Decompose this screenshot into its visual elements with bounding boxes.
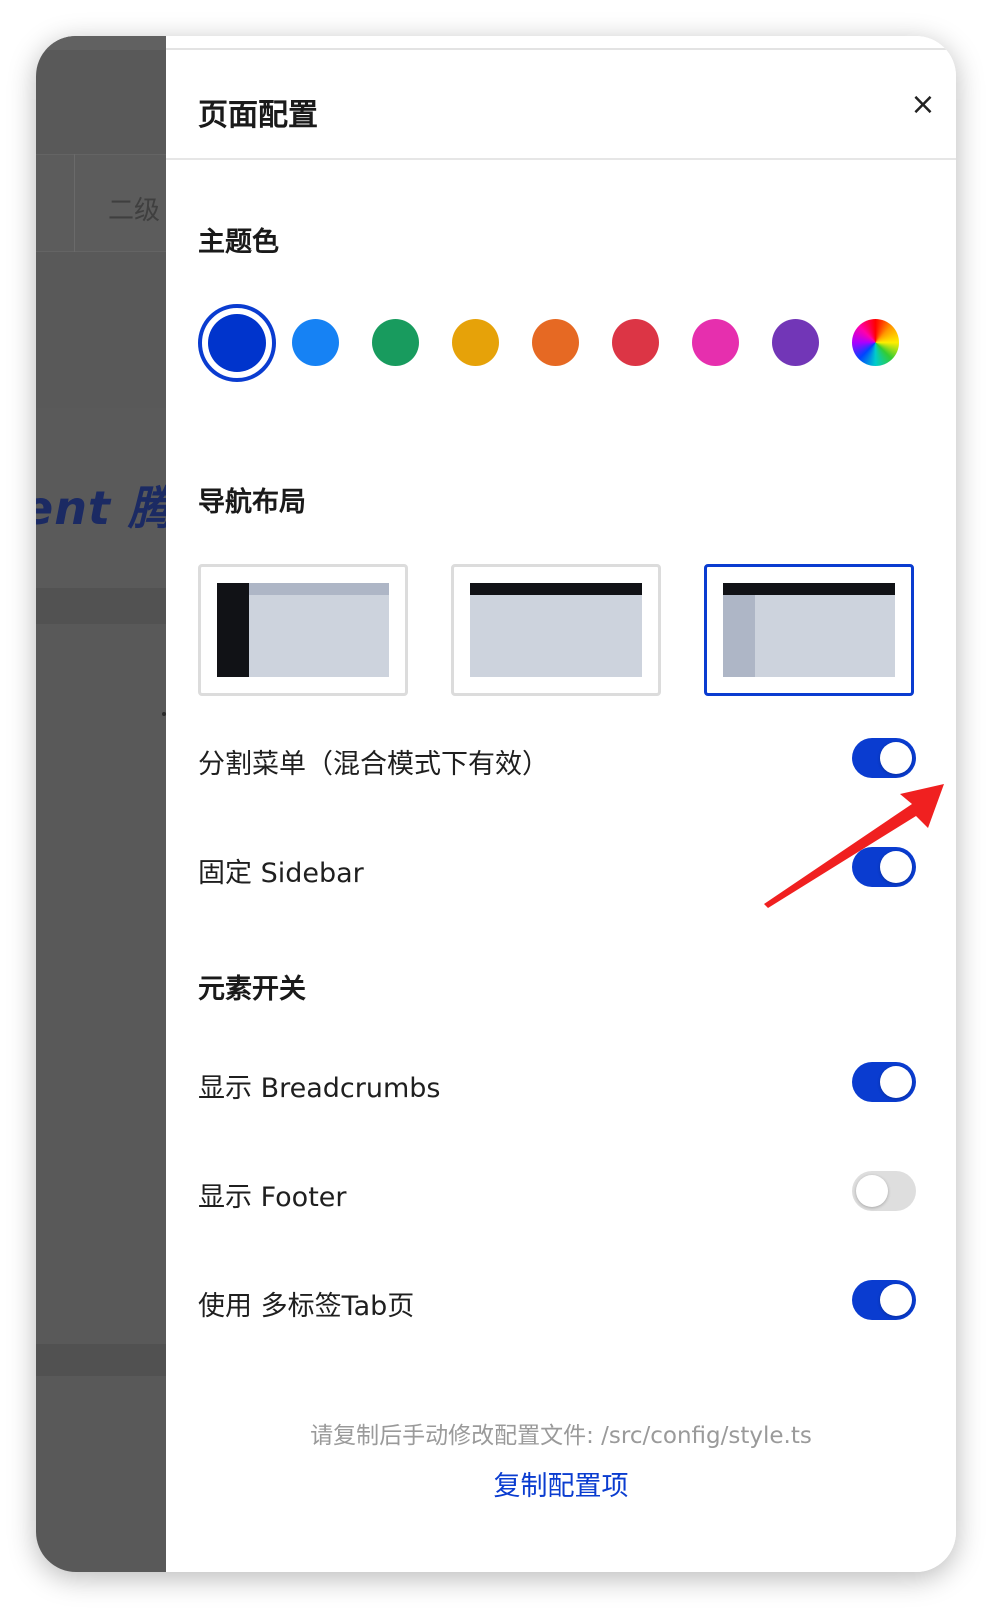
config-file-hint: 请复制后手动修改配置文件: /src/config/style.ts <box>310 1423 812 1449</box>
split-menu-label: 分割菜单（混合模式下有效） <box>198 749 549 780</box>
swatch-deep-blue[interactable] <box>198 304 276 382</box>
layout-option-mix[interactable] <box>704 564 914 696</box>
swatch-green[interactable] <box>372 319 419 366</box>
element-switches-title: 元素开关 <box>198 974 306 1005</box>
swatch-orange[interactable] <box>532 319 579 366</box>
drawer-title: 页面配置 <box>198 98 318 133</box>
theme-color-title: 主题色 <box>198 227 279 258</box>
swatch-blue[interactable] <box>292 319 339 366</box>
layout-option-side[interactable] <box>198 564 408 696</box>
layout-top-preview <box>470 583 642 677</box>
close-icon[interactable]: × <box>906 86 940 124</box>
multi-tab-toggle[interactable] <box>852 1280 916 1320</box>
nav-layout-title: 导航布局 <box>198 487 306 518</box>
breadcrumbs-toggle[interactable] <box>852 1062 916 1102</box>
footer-label: 显示 Footer <box>198 1182 347 1213</box>
swatch-pink[interactable] <box>692 319 739 366</box>
drawer-header: 页面配置 × <box>166 50 956 160</box>
red-annotation-arrow <box>764 784 944 908</box>
swatch-red[interactable] <box>612 319 659 366</box>
app-window: 二级 ent 腾 页面配置 × 主题色 导航布局 <box>36 36 956 1572</box>
dimmed-app-background: 二级 ent 腾 <box>36 36 170 1572</box>
layout-side-preview <box>217 583 389 677</box>
copy-config-link[interactable]: 复制配置项 <box>166 1464 956 1503</box>
fixed-sidebar-label: 固定 Sidebar <box>198 858 364 889</box>
split-menu-toggle[interactable] <box>852 738 916 778</box>
breadcrumbs-label: 显示 Breadcrumbs <box>198 1073 441 1104</box>
swatch-custom-color-wheel[interactable] <box>852 319 899 366</box>
background-logo-text: ent 腾 <box>36 481 170 535</box>
footer-toggle[interactable] <box>852 1171 916 1211</box>
page-config-drawer: 页面配置 × 主题色 导航布局 分割菜单（混合模式下有效） 固定 Sidebar… <box>166 36 956 1572</box>
swatch-yellow[interactable] <box>452 319 499 366</box>
background-tab-label: 二级 <box>108 196 161 226</box>
multi-tab-label: 使用 多标签Tab页 <box>198 1291 415 1322</box>
fixed-sidebar-toggle[interactable] <box>852 847 916 887</box>
layout-mix-preview <box>723 583 895 677</box>
theme-color-swatches <box>198 304 918 382</box>
layout-option-top[interactable] <box>451 564 661 696</box>
swatch-purple[interactable] <box>772 319 819 366</box>
